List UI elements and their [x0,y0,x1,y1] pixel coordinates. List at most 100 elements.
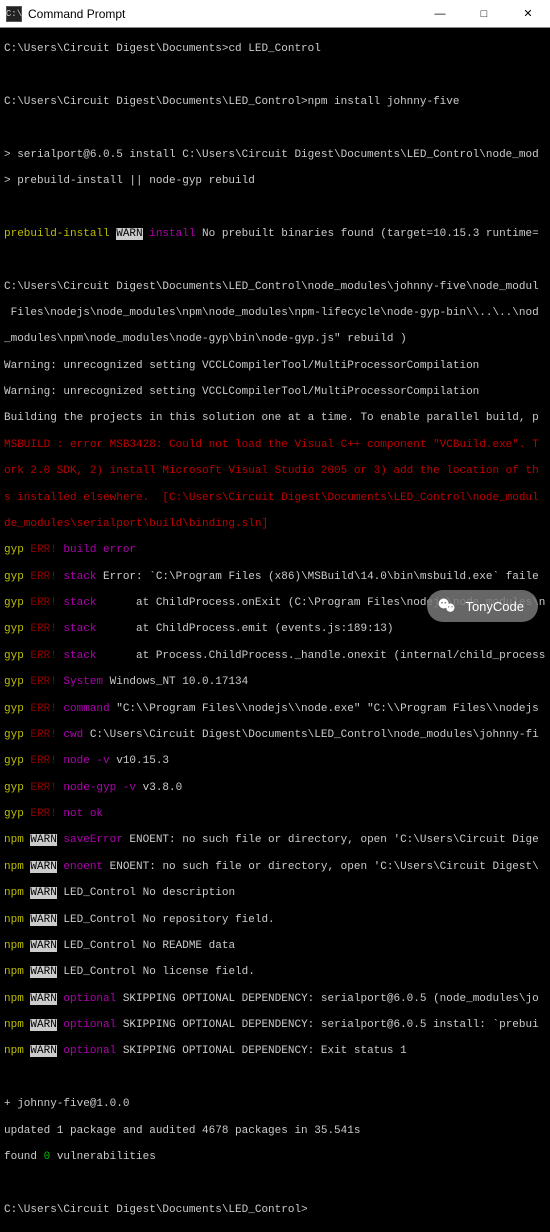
err-badge: ERR! [30,808,56,820]
npm-label: npm [4,1019,30,1031]
gyp-label: gyp [4,729,30,741]
terminal-output[interactable]: C:\Users\Circuit Digest\Documents>cd LED… [0,28,550,1232]
err-badge: ERR! [30,676,56,688]
output-line: Files\nodejs\node_modules\npm\node_modul… [4,307,546,320]
err-badge: ERR! [30,597,56,609]
output-text: LED_Control No repository field. [57,914,275,926]
output-line: _modules\npm\node_modules\node-gyp\bin\n… [4,333,546,346]
npm-label: npm [4,914,30,926]
warn-badge: WARN [30,834,56,846]
output-text: C:\Users\Circuit Digest\Documents\LED_Co… [83,729,538,741]
warn-cat: optional [57,993,116,1005]
err-cat: cwd [57,729,83,741]
output-text: LED_Control No README data [57,940,235,952]
err-badge: ERR! [30,782,56,794]
output-text: SKIPPING OPTIONAL DEPENDENCY: serialport… [116,1019,538,1031]
err-badge: ERR! [30,703,56,715]
warn-badge: WARN [30,940,56,952]
err-text: build error [57,544,136,556]
output-text: "C:\\Program Files\\nodejs\\node.exe" "C… [110,703,539,715]
warn-cat: enoent [57,861,103,873]
gyp-label: gyp [4,703,30,715]
output-line: Building the projects in this solution o… [4,412,546,425]
err-badge: ERR! [30,571,56,583]
gyp-label: gyp [4,650,30,662]
error-line: de_modules\serialport\build\binding.sln] [4,518,546,531]
output-line: Warning: unrecognized setting VCCLCompil… [4,386,546,399]
npm-label: npm [4,861,30,873]
output-text: ENOENT: no such file or directory, open … [103,861,539,873]
output-line: > prebuild-install || node-gyp rebuild [4,175,546,188]
warn-badge: WARN [30,1019,56,1031]
warn-badge: WARN [30,887,56,899]
warn-cat: saveError [57,834,123,846]
command-text: cd LED_Control [228,43,320,55]
warn-cat: optional [57,1019,116,1031]
err-cat: node -v [57,755,110,767]
gyp-label: gyp [4,597,30,609]
err-badge: ERR! [30,544,56,556]
gyp-label: gyp [4,782,30,794]
output-text: vulnerabilities [50,1151,156,1163]
output-text: v10.15.3 [110,755,169,767]
output-text: LED_Control No license field. [57,966,255,978]
minimize-button[interactable]: — [418,0,462,28]
warn-badge: WARN [116,228,142,240]
output-text: v3.8.0 [136,782,182,794]
gyp-label: gyp [4,571,30,583]
wechat-icon [437,596,457,616]
output-text: at Process.ChildProcess._handle.onexit (… [96,650,545,662]
output-text: No prebuilt binaries found (target=10.15… [202,228,539,240]
prompt: C:\Users\Circuit Digest\Documents\LED_Co… [4,1204,308,1216]
npm-label: npm [4,940,30,952]
err-cat: System [57,676,103,688]
warn-badge: WARN [30,966,56,978]
err-cat: node-gyp -v [57,782,136,794]
output-text: SKIPPING OPTIONAL DEPENDENCY: Exit statu… [116,1045,406,1057]
err-badge: ERR! [30,755,56,767]
output-line: + johnny-five@1.0.0 [4,1098,546,1111]
error-line: ork 2.0 SDK, 2) install Microsoft Visual… [4,465,546,478]
warn-badge: WARN [30,1045,56,1057]
warn-badge: WARN [30,861,56,873]
err-cat: command [57,703,110,715]
cmd-icon: C:\ [6,6,22,22]
output-text: Error: `C:\Program Files (x86)\MSBuild\1… [96,571,538,583]
npm-label: npm [4,834,30,846]
maximize-button[interactable]: □ [462,0,506,28]
warn-badge: WARN [30,914,56,926]
output-line: > serialport@6.0.5 install C:\Users\Circ… [4,149,546,162]
close-button[interactable]: ✕ [506,0,550,28]
wechat-label: TonyCode [465,599,524,614]
output-line: updated 1 package and audited 4678 packa… [4,1125,546,1138]
npm-label: npm [4,887,30,899]
output-line: Warning: unrecognized setting VCCLCompil… [4,360,546,373]
output-line: C:\Users\Circuit Digest\Documents\LED_Co… [4,281,546,294]
window-title: Command Prompt [28,7,418,21]
gyp-label: gyp [4,755,30,767]
err-cat: not ok [57,808,103,820]
wechat-badge: TonyCode [427,590,538,622]
error-line: s installed elsewhere. [C:\Users\Circuit… [4,492,546,505]
output-text: SKIPPING OPTIONAL DEPENDENCY: serialport… [116,993,538,1005]
npm-label: npm [4,1045,30,1057]
output-text: install [143,228,202,240]
gyp-label: gyp [4,544,30,556]
vuln-count: 0 [44,1151,51,1163]
output-text: ENOENT: no such file or directory, open … [123,834,539,846]
prompt: C:\Users\Circuit Digest\Documents\LED_Co… [4,96,308,108]
err-cat: stack [57,597,97,609]
err-badge: ERR! [30,650,56,662]
output-text: found [4,1151,44,1163]
warn-cat: optional [57,1045,116,1057]
gyp-label: gyp [4,808,30,820]
output-text: LED_Control No description [57,887,235,899]
warn-badge: WARN [30,993,56,1005]
prompt: C:\Users\Circuit Digest\Documents> [4,43,228,55]
npm-label: npm [4,993,30,1005]
gyp-label: gyp [4,676,30,688]
err-badge: ERR! [30,729,56,741]
command-text: npm install johnny-five [308,96,460,108]
titlebar: C:\ Command Prompt — □ ✕ [0,0,550,28]
err-cat: stack [57,650,97,662]
